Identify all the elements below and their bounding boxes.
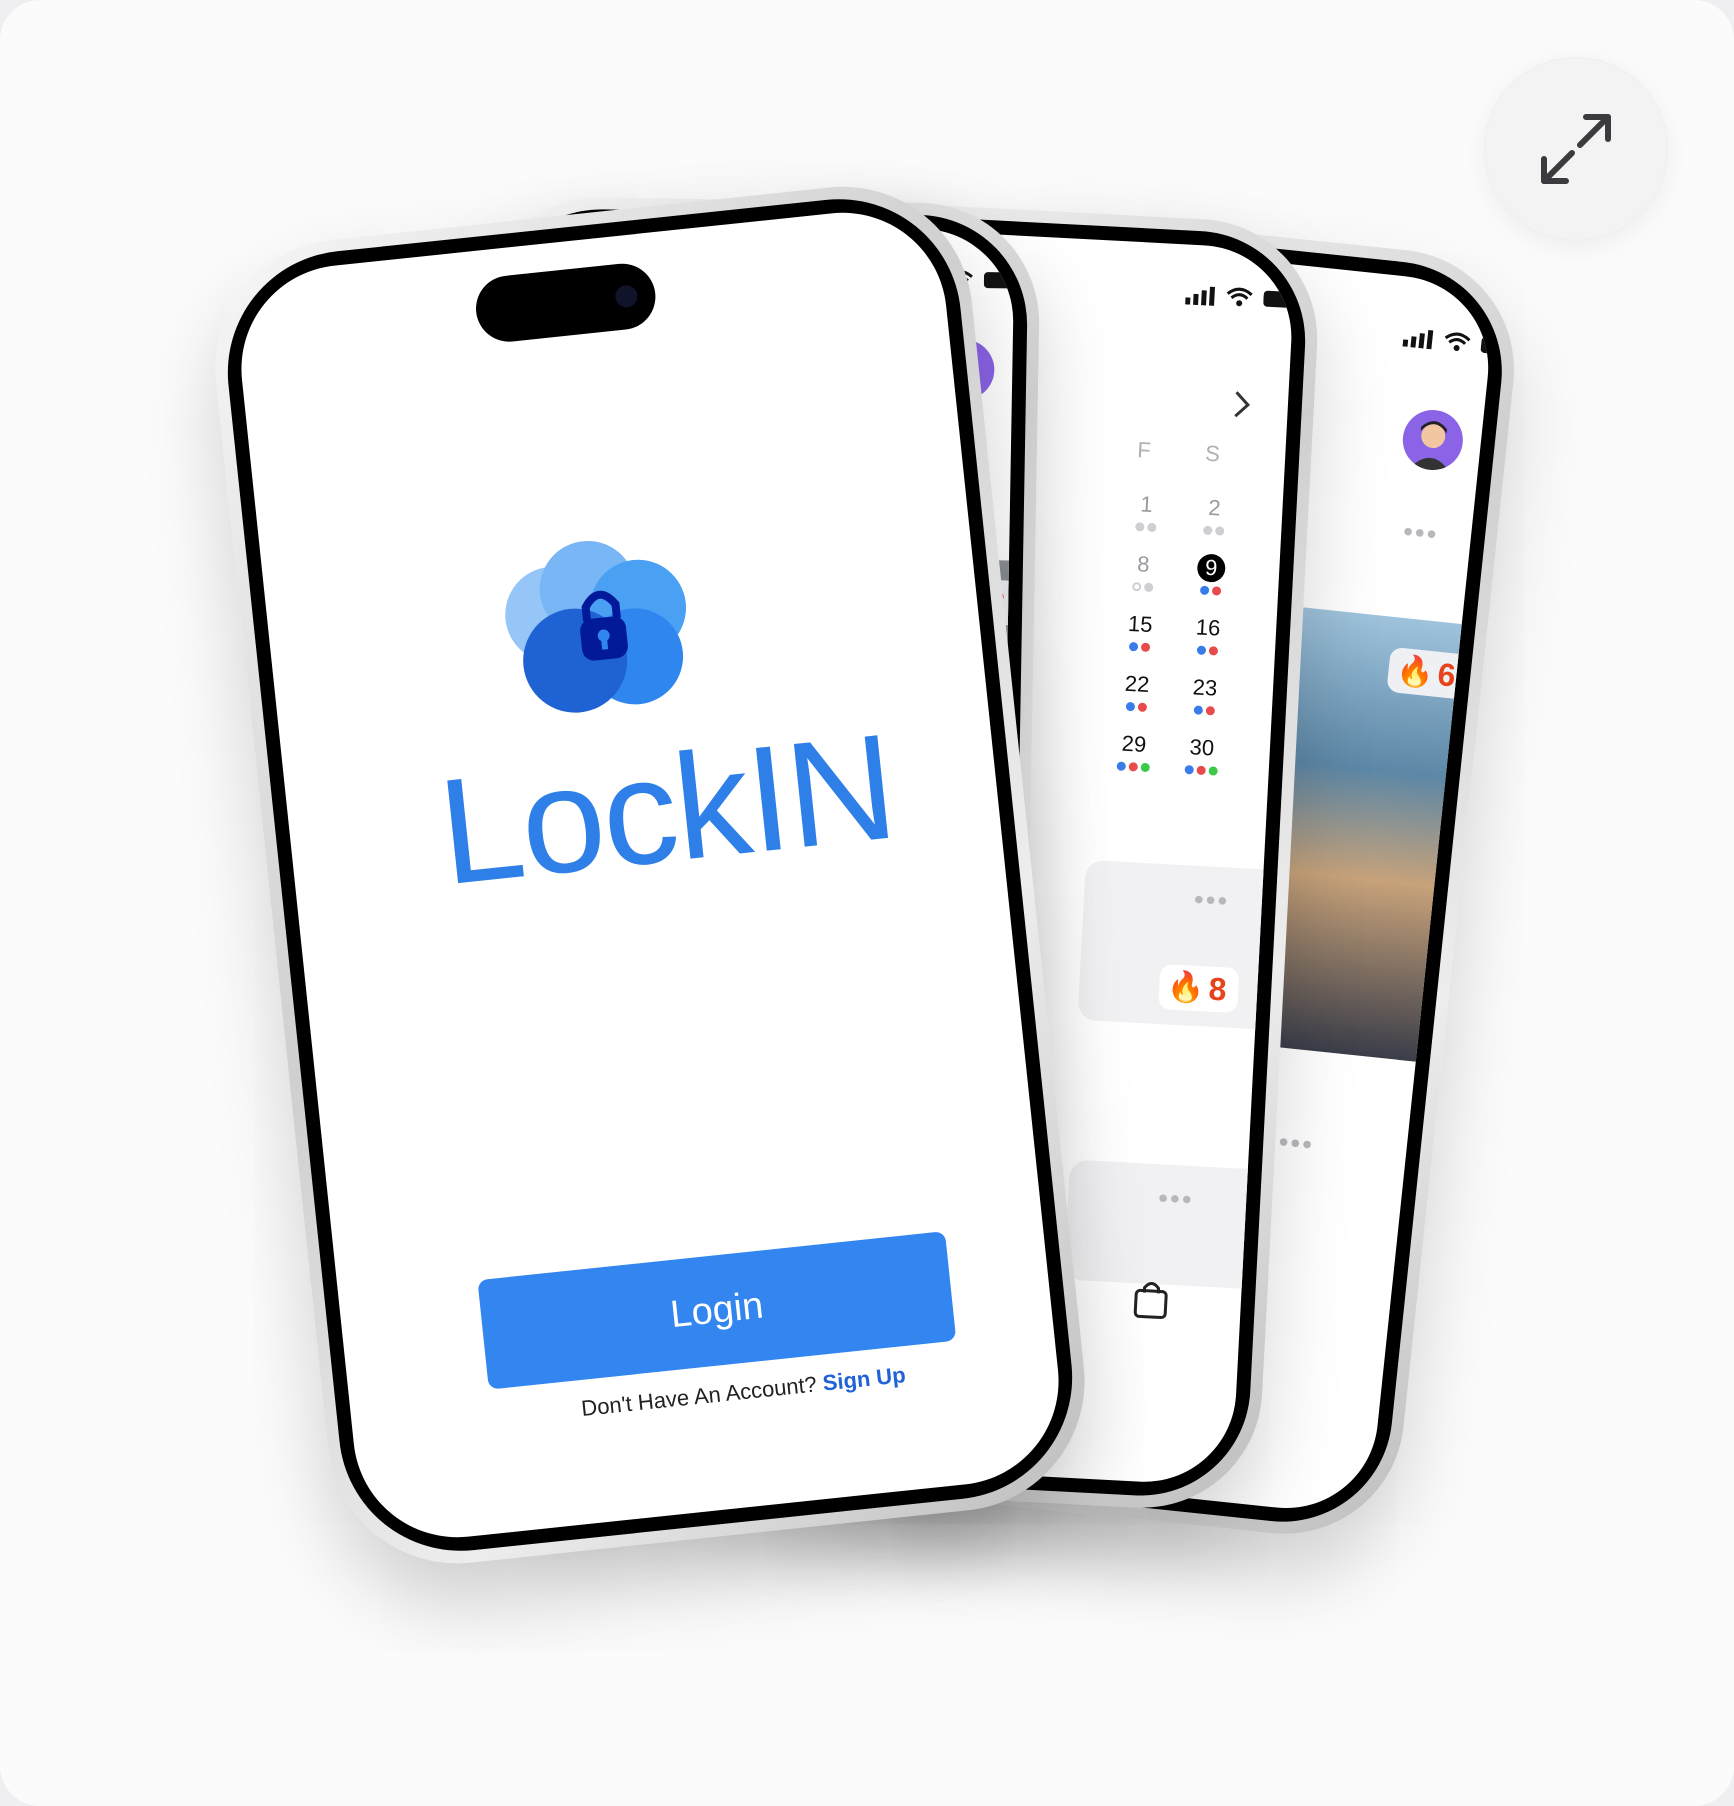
- calendar-day-number: 22: [1124, 670, 1150, 698]
- post-card[interactable]: [1063, 1159, 1270, 1290]
- activity-dot: [1214, 526, 1224, 536]
- phone-login-screen: LockIN Login Don't Have An Account? Sign…: [202, 173, 1098, 1577]
- wifi-icon: [1226, 287, 1253, 307]
- showcase-canvas: ••• 🔥 6 ••• F S 1 2 8 9 15 16 22 23 29 30 •••: [0, 0, 1734, 1806]
- more-icon[interactable]: •••: [1277, 1126, 1315, 1161]
- login-screen: LockIN Login Don't Have An Account? Sign…: [231, 202, 1069, 1548]
- calendar-day[interactable]: 2: [1183, 493, 1245, 537]
- chevron-right-icon[interactable]: [1231, 389, 1253, 420]
- activity-dot: [1195, 765, 1206, 776]
- activity-markers: [1115, 521, 1175, 533]
- calendar-day-number: 23: [1192, 674, 1218, 701]
- weekday-header-fri: F: [1136, 437, 1152, 463]
- calendar-day[interactable]: 30: [1170, 732, 1232, 776]
- signal-icon: [1185, 286, 1216, 306]
- avatar[interactable]: [1399, 407, 1466, 474]
- activity-markers: [1180, 585, 1240, 597]
- wifi-icon: [1444, 332, 1471, 352]
- activity-markers: [1183, 525, 1243, 537]
- activity-markers: [1174, 704, 1234, 716]
- activity-dot: [1205, 706, 1215, 716]
- calendar-day[interactable]: 1: [1115, 489, 1177, 533]
- activity-dot: [1143, 582, 1153, 593]
- calendar-day[interactable]: 9: [1180, 553, 1242, 597]
- activity-markers: [1177, 644, 1237, 656]
- activity-markers: [1103, 761, 1163, 773]
- activity-dot: [1125, 701, 1135, 712]
- activity-dot: [1193, 705, 1203, 715]
- calendar-day-number: 29: [1121, 730, 1147, 757]
- calendar-day[interactable]: 23: [1174, 672, 1236, 716]
- activity-dot: [1128, 762, 1138, 772]
- activity-dot: [1140, 642, 1150, 653]
- expand-icon: [1541, 114, 1611, 184]
- dynamic-island: [472, 260, 659, 345]
- activity-markers: [1109, 641, 1169, 653]
- calendar-day[interactable]: 22: [1106, 669, 1168, 713]
- activity-dot: [1183, 765, 1194, 775]
- streak-badge: 🔥 8: [1158, 964, 1240, 1014]
- signal-icon: [1402, 329, 1434, 350]
- more-icon[interactable]: •••: [1193, 884, 1230, 917]
- expand-button[interactable]: [1484, 57, 1668, 241]
- more-icon[interactable]: •••: [1157, 1182, 1194, 1215]
- shopping-bag-icon[interactable]: [1132, 1278, 1170, 1320]
- calendar-day[interactable]: 16: [1177, 613, 1239, 657]
- flame-icon: 🔥: [1166, 970, 1206, 1006]
- activity-dot: [1207, 766, 1218, 776]
- activity-dot: [1146, 522, 1157, 533]
- activity-dot: [1199, 585, 1209, 596]
- calendar-day[interactable]: 29: [1103, 729, 1165, 773]
- calendar-day-number: 2: [1207, 494, 1222, 521]
- activity-markers: [1170, 764, 1230, 776]
- activity-dot: [1131, 582, 1141, 592]
- activity-dot: [1211, 586, 1221, 596]
- activity-markers: [1112, 581, 1172, 593]
- calendar-day-number: 30: [1189, 734, 1215, 761]
- signup-link[interactable]: Sign Up: [821, 1362, 906, 1396]
- calendar-day[interactable]: 8: [1112, 549, 1174, 593]
- calendar-day-number: 16: [1195, 614, 1222, 641]
- activity-dot: [1196, 645, 1206, 655]
- activity-dot: [1208, 646, 1218, 656]
- lock-cloud-logo: [505, 540, 687, 713]
- signup-prompt-text: Don't Have An Account?: [580, 1371, 818, 1422]
- battery-icon: [983, 272, 1015, 289]
- activity-dot: [1137, 702, 1147, 712]
- activity-dot: [1116, 761, 1126, 771]
- battery-icon: [1263, 290, 1296, 308]
- more-icon[interactable]: •••: [1402, 516, 1440, 551]
- activity-dot: [1140, 762, 1150, 773]
- calendar-day[interactable]: 15: [1109, 609, 1171, 653]
- activity-markers: [1106, 701, 1166, 713]
- weekday-header-sat: S: [1204, 440, 1221, 467]
- flame-icon: 🔥: [1394, 653, 1436, 691]
- calendar-day-number: 15: [1127, 610, 1154, 638]
- calendar-day-number: 1: [1139, 491, 1154, 517]
- calendar-day-number: 8: [1136, 551, 1151, 577]
- activity-dot: [1202, 525, 1212, 536]
- activity-dot: [1128, 641, 1138, 652]
- calendar-day-number: 9: [1196, 553, 1227, 583]
- activity-dot: [1134, 522, 1145, 532]
- app-title: LockIN: [431, 701, 902, 917]
